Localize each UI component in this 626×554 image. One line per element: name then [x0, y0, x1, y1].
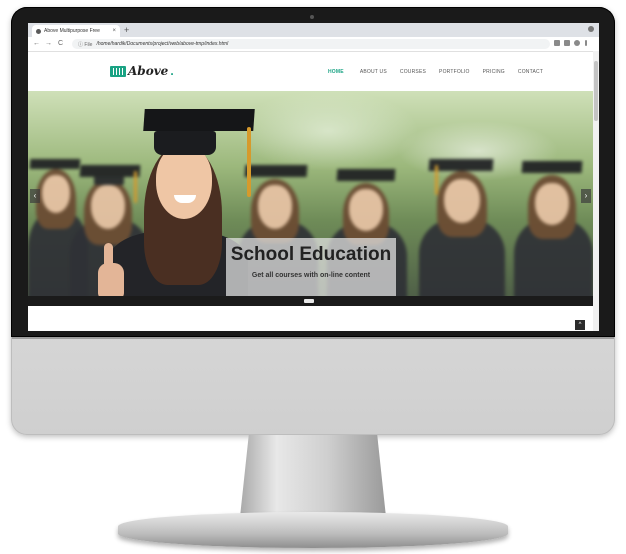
hero-slider: School Education Get all courses with on…	[28, 91, 593, 306]
page-scrollbar[interactable]	[593, 51, 599, 331]
page-content-area	[28, 306, 593, 331]
menu-icon[interactable]	[585, 40, 587, 46]
browser-tab-strip: Above Multipurpose Free × +	[28, 23, 599, 37]
logo-text: Above	[128, 64, 169, 78]
nav-courses[interactable]: COURSES	[400, 69, 426, 75]
browser-settings-icon[interactable]	[588, 26, 594, 32]
close-tab-icon[interactable]: ×	[112, 28, 116, 34]
hero-title: School Education	[230, 244, 392, 265]
scrollbar-thumb[interactable]	[594, 61, 598, 121]
hero-caption: School Education Get all courses with on…	[226, 238, 396, 296]
slider-indicator-bar	[28, 296, 593, 306]
slider-prev-button[interactable]: ‹	[30, 189, 40, 203]
nav-about-us[interactable]: ABOUT US	[360, 69, 387, 75]
nav-portfolio[interactable]: PORTFOLIO	[439, 69, 470, 75]
new-tab-button[interactable]: +	[124, 25, 129, 35]
back-button[interactable]: ←	[33, 39, 40, 49]
graduate-figure	[413, 91, 513, 306]
book-icon	[110, 65, 126, 77]
address-bar[interactable]: ⓘ File /home/hardik/Documents/project/we…	[72, 39, 550, 49]
site-info-icon[interactable]: ⓘ File	[78, 41, 92, 48]
url-text: /home/hardik/Documents/project/web/above…	[96, 41, 229, 47]
logo-dot: .	[170, 64, 174, 78]
monitor-stand-base	[118, 512, 508, 548]
nav-home[interactable]: HOME	[328, 69, 344, 75]
browser-tab[interactable]: Above Multipurpose Free ×	[32, 25, 120, 37]
star-icon[interactable]	[554, 40, 560, 46]
favicon-icon	[36, 28, 41, 34]
tab-title: Above Multipurpose Free	[44, 28, 100, 34]
webcam	[310, 15, 314, 19]
browser-toolbar: ← → C ⓘ File /home/hardik/Documents/proj…	[28, 37, 599, 52]
nav-contact[interactable]: CONTACT	[518, 69, 543, 75]
site-header: Above . HOME ABOUT US COURSES PORTFOLIO …	[28, 52, 593, 91]
monitor-stand-neck	[240, 435, 386, 517]
reload-button[interactable]: C	[58, 39, 63, 49]
slider-next-button[interactable]: ›	[581, 189, 591, 203]
profile-icon[interactable]	[574, 40, 580, 46]
extension-icon[interactable]	[564, 40, 570, 46]
hero-subtitle: Get all courses with on-line content	[251, 272, 371, 279]
back-to-top-button[interactable]: ^	[575, 320, 585, 330]
monitor-chin-edge	[12, 337, 614, 339]
main-nav: HOME ABOUT US COURSES PORTFOLIO PRICING …	[328, 69, 543, 75]
nav-pricing[interactable]: PRICING	[483, 69, 505, 75]
site-logo[interactable]: Above .	[110, 64, 174, 78]
forward-button[interactable]: →	[45, 39, 52, 49]
monitor-screen: Above Multipurpose Free × + ← → C ⓘ File…	[28, 23, 599, 331]
slider-dot-active[interactable]	[304, 299, 314, 303]
